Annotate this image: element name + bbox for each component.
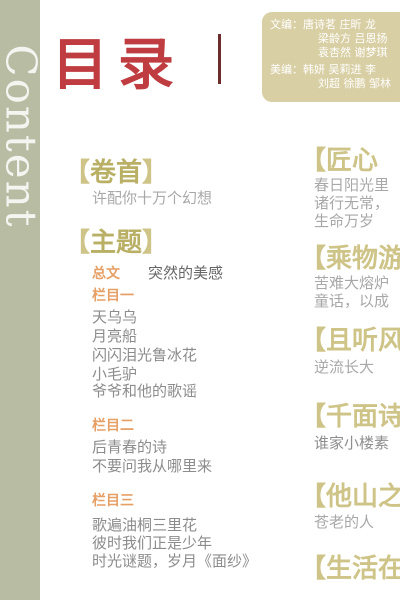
section-title-juanshou: 卷首: [90, 158, 143, 188]
jiangxin-line: 生命万岁: [314, 212, 375, 230]
zongwen-text: 突然的美感: [148, 264, 224, 282]
qieting-line: 逆流长大: [314, 358, 375, 376]
editors-line3: 袁杏然 谢梦琪: [318, 46, 388, 59]
bracket-open: 【: [64, 228, 91, 258]
lanmu1-item: 闪闪泪光鲁冰花: [92, 346, 198, 364]
section-head-zhuti: 【主题】: [64, 222, 168, 259]
tashan-line: 苍老的人: [314, 513, 375, 531]
title-divider: [218, 34, 221, 84]
editors-label: 文编：: [270, 18, 303, 31]
juanshou-desc: 许配你十万个幻想: [92, 189, 213, 207]
art-label: 美编：: [270, 63, 303, 76]
art-line2: 刘超 徐鹏 邹林: [318, 77, 391, 90]
lanmu1-item: 月亮船: [92, 327, 138, 345]
chengwu-line: 苦难大熔炉: [314, 274, 390, 292]
lanmu1-item: 爷爷和他的歌谣: [92, 382, 198, 400]
section-title-zhuti: 主题: [90, 228, 143, 258]
lanmu3-item: 时光谜题，岁月《面纱》: [92, 552, 258, 570]
lanmu2-label: 栏目二: [92, 418, 134, 434]
bracket-close: 】: [142, 228, 169, 258]
page-title: 目录: [52, 32, 184, 98]
credits-editors-row: 文编：唐诗茗 庄昕 龙: [270, 18, 400, 32]
section-head-shenghuo: 【生活在: [300, 554, 400, 584]
section-head-jiangxin: 【匠心: [300, 146, 379, 176]
bracket-close: 】: [142, 158, 169, 188]
section-head-juanshou: 【卷首】: [64, 152, 168, 189]
lanmu1-item: 天乌乌: [92, 308, 138, 326]
bracket-open: 【: [64, 158, 91, 188]
qianmian-line: 谁家小楼素: [314, 434, 390, 452]
jiangxin-line: 春日阳光里: [314, 176, 390, 194]
editors-line1: 唐诗茗 庄昕 龙: [303, 18, 376, 31]
side-title: Content: [0, 16, 46, 256]
side-title-text: Content: [0, 43, 46, 229]
zongwen-label: 总文: [92, 266, 120, 282]
page-title-block: 目录: [52, 18, 232, 98]
section-head-chengwu: 【乘物游: [300, 244, 400, 274]
lanmu1-label: 栏目一: [92, 288, 134, 304]
jiangxin-line: 诸行无常，: [314, 194, 390, 212]
credits-box: 文编：唐诗茗 庄昕 龙 梁龄方 吕恩扬 袁杏然 谢梦琪 美编：韩妍 吴莉进 李 …: [262, 12, 400, 102]
lanmu2-item: 不要问我从哪里来: [92, 457, 213, 475]
lanmu2-item: 后青春的诗: [92, 438, 168, 456]
art-line1: 韩妍 吴莉进 李: [303, 63, 376, 76]
credits-art-row: 美编：韩妍 吴莉进 李: [270, 63, 400, 77]
editors-line2: 梁龄方 吕恩扬: [318, 32, 388, 45]
section-head-qianmian: 【千面诗: [300, 402, 400, 432]
chengwu-line: 童话，以成: [314, 292, 390, 310]
section-head-qieting: 【且听风: [300, 326, 400, 356]
lanmu3-label: 栏目三: [92, 493, 134, 509]
section-head-tashan: 【他山之: [300, 482, 400, 512]
